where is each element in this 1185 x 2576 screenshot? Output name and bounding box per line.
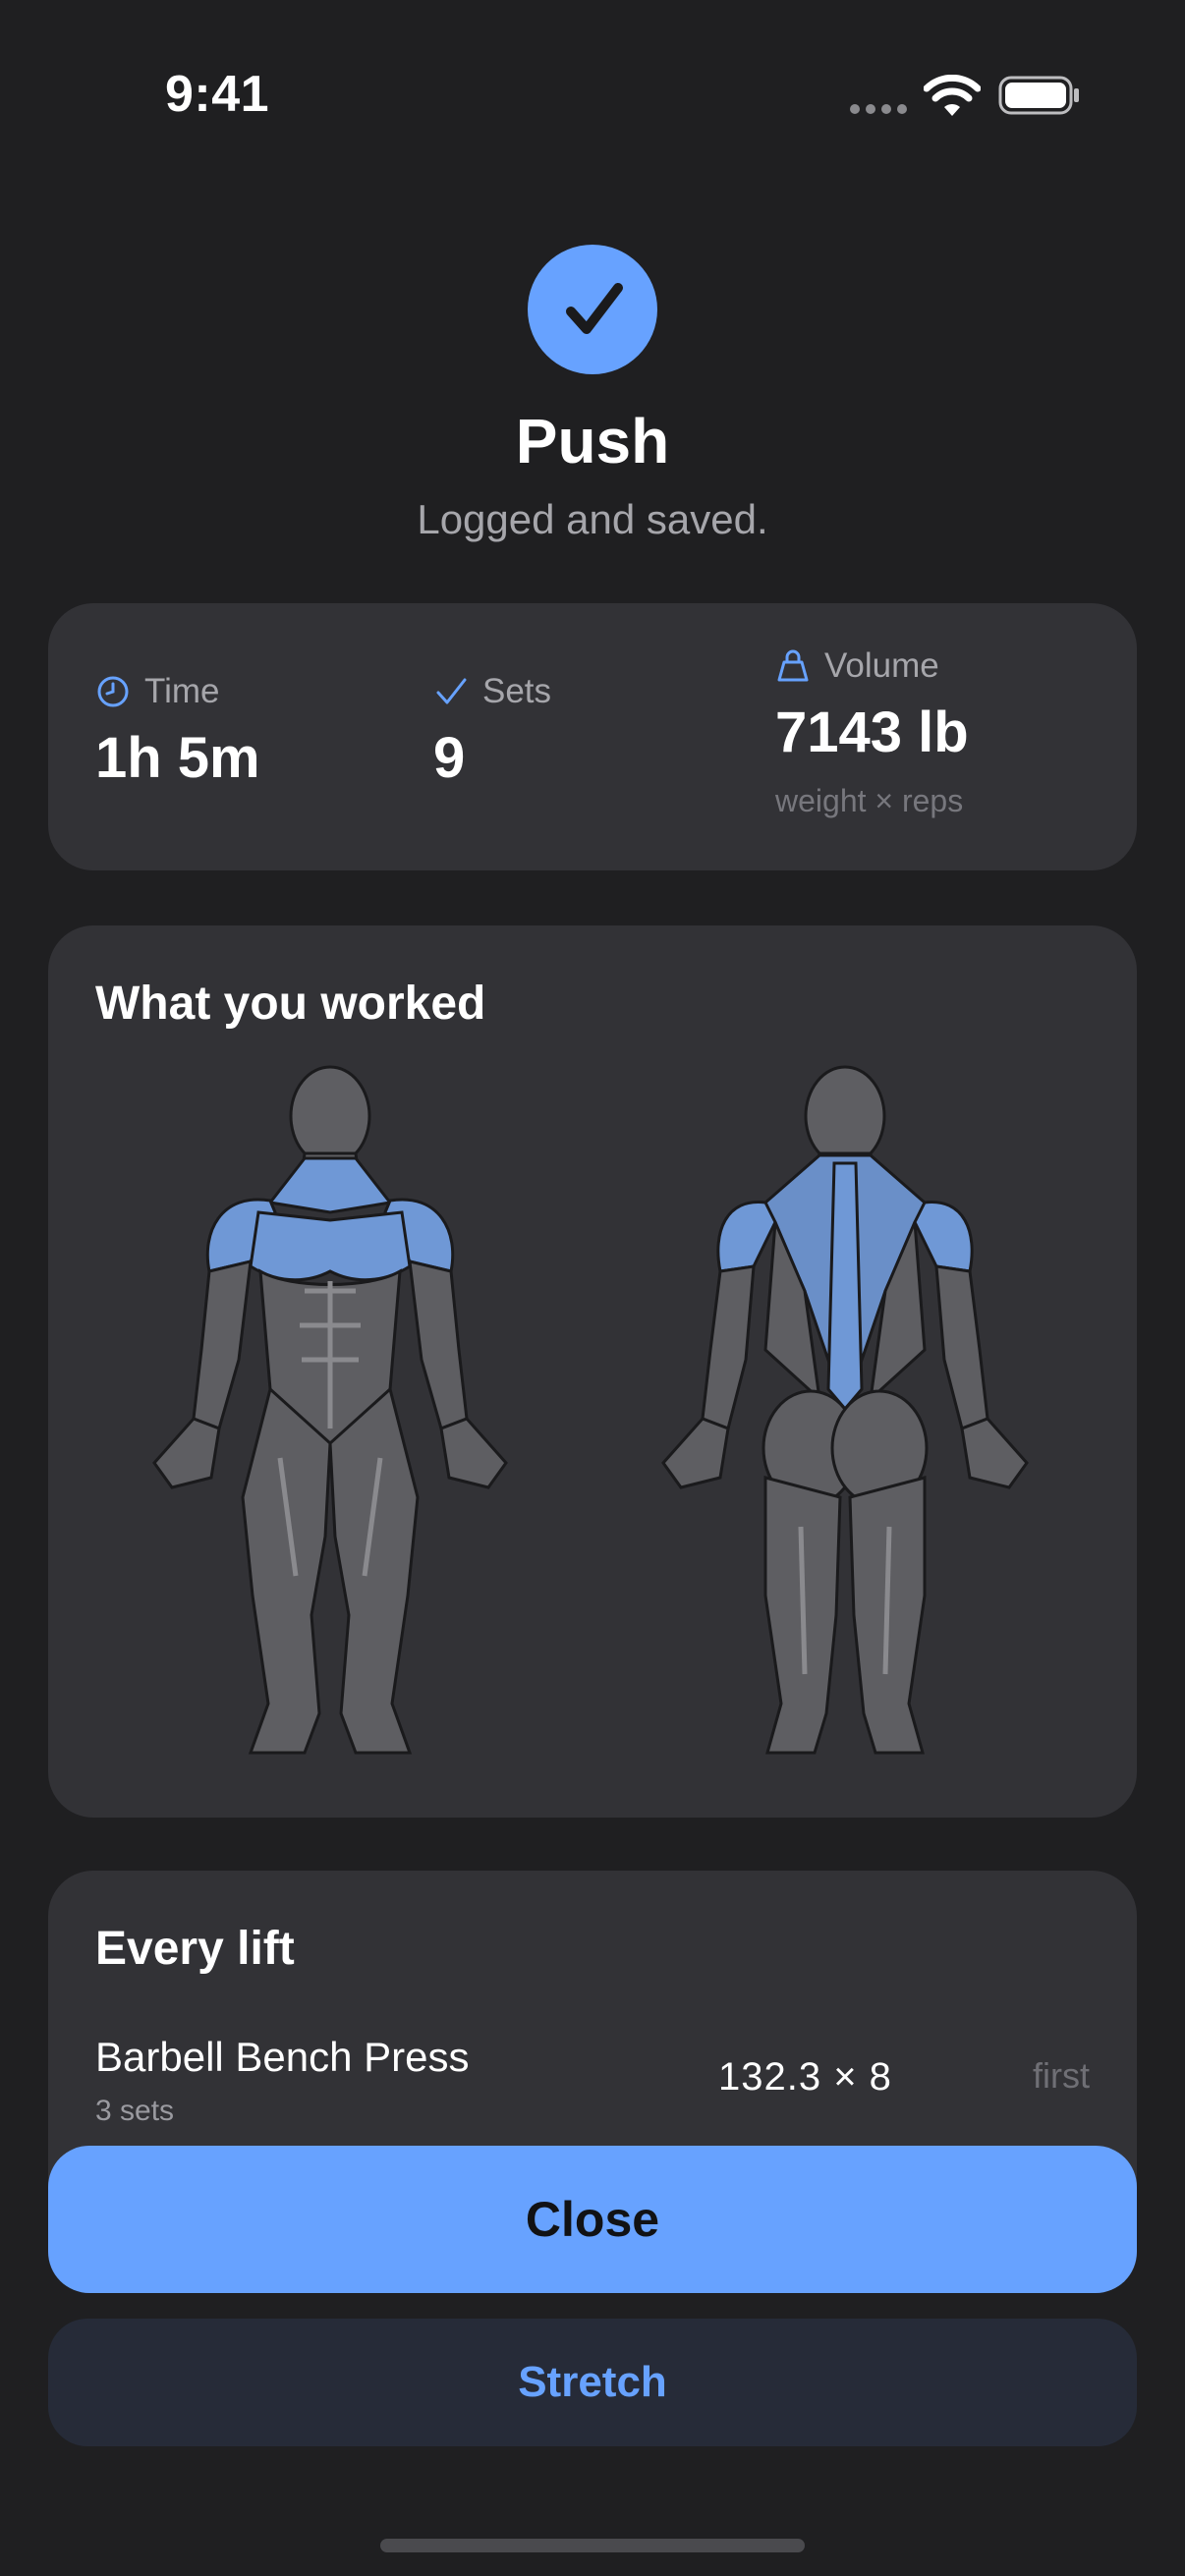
front-traps (267, 1156, 393, 1214)
lift-best-set: 132.3 × 8 (718, 2055, 892, 2099)
completed-check-icon (528, 245, 657, 374)
body-back-figure (661, 1065, 1029, 1755)
lift-sets-count: 3 sets (95, 2095, 175, 2127)
stat-sets: Sets 9 (433, 672, 551, 791)
stat-volume-note: weight × reps (775, 783, 964, 818)
checkmark-icon (436, 678, 467, 704)
stat-time: Time 1h 5m (95, 672, 260, 791)
lifts-card-title: Every lift (95, 1923, 295, 1975)
back-right-rear-delt (913, 1201, 974, 1273)
lift-tag: first (1033, 2055, 1090, 2096)
close-button[interactable]: Close (48, 2146, 1137, 2293)
workout-summary-screen: 9:41 Push Logged and saved. Time 1h 5m S… (0, 0, 1185, 2576)
battery-icon (998, 76, 1079, 115)
workout-title: Push (515, 406, 670, 476)
wifi-icon (924, 75, 981, 116)
workout-subtitle: Logged and saved. (417, 496, 768, 542)
status-time: 9:41 (165, 66, 270, 123)
clock-icon (97, 676, 129, 707)
signal-dots-icon (850, 104, 907, 114)
stats-card: Time 1h 5m Sets 9 Volume 7143 lb weight … (48, 603, 1137, 870)
stat-volume-value: 7143 lb (775, 700, 969, 764)
body-front-figure (152, 1065, 508, 1755)
stat-volume-label: Volume (824, 646, 939, 685)
lift-row[interactable]: Barbell Bench Press 3 sets 132.3 × 8 fir… (95, 2034, 1090, 2142)
lift-name: Barbell Bench Press (95, 2034, 470, 2080)
stat-time-label: Time (144, 672, 220, 710)
front-chest (249, 1210, 412, 1282)
back-spine-highlight (826, 1161, 864, 1412)
stat-sets-label: Sets (482, 672, 552, 710)
home-indicator[interactable] (380, 2539, 805, 2552)
muscle-map-card: What you worked (48, 925, 1137, 1818)
stat-volume: Volume 7143 lb weight × reps (775, 646, 969, 819)
stat-sets-value: 9 (433, 726, 466, 790)
stretch-button[interactable]: Stretch (48, 2319, 1137, 2446)
stat-time-value: 1h 5m (95, 726, 260, 790)
back-left-rear-delt (716, 1201, 777, 1273)
muscle-card-title: What you worked (95, 978, 486, 1030)
kettlebell-icon (777, 649, 809, 682)
